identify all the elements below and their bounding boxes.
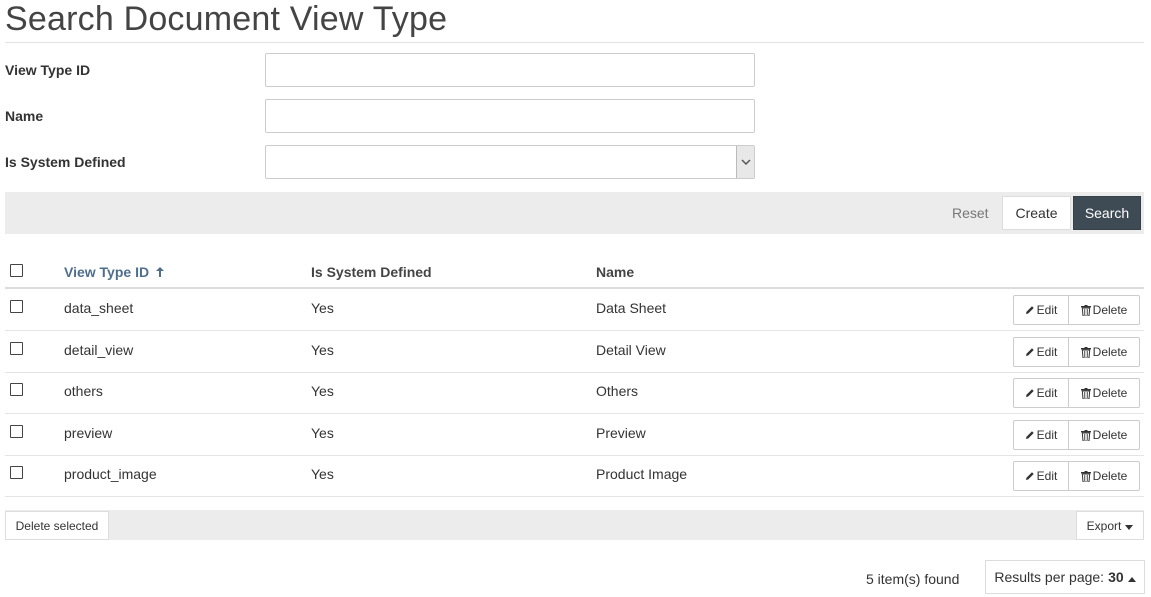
cell-name: Product Image bbox=[596, 466, 688, 482]
search-page: Search Document View Type View Type ID N… bbox=[0, 0, 1151, 597]
edit-button[interactable]: Edit bbox=[1013, 461, 1069, 491]
delete-label: Delete bbox=[1092, 303, 1128, 317]
pencil-icon bbox=[1025, 430, 1035, 440]
row-actions: Edit Delete bbox=[1013, 378, 1140, 408]
trash-icon bbox=[1080, 346, 1091, 358]
table-row: others Yes Others Edit Delete bbox=[5, 372, 1144, 414]
edit-label: Edit bbox=[1036, 469, 1058, 483]
caret-down-icon bbox=[1125, 518, 1134, 534]
table-row: product_image Yes Product Image Edit Delete bbox=[5, 455, 1144, 497]
column-header-is-system-defined[interactable]: Is System Defined bbox=[311, 264, 432, 280]
cell-is-system-defined: Yes bbox=[311, 342, 334, 358]
row-checkbox[interactable] bbox=[10, 383, 23, 396]
delete-selected-button[interactable]: Delete selected bbox=[5, 511, 109, 540]
caret-up-icon bbox=[1127, 569, 1136, 585]
column-header-view-type-id[interactable]: View Type ID bbox=[64, 264, 164, 280]
pencil-icon bbox=[1025, 305, 1035, 315]
cell-is-system-defined: Yes bbox=[311, 300, 334, 316]
pencil-icon bbox=[1025, 388, 1035, 398]
results-per-page-dropdown[interactable]: Results per page: 30 bbox=[985, 560, 1145, 594]
reset-link[interactable]: Reset bbox=[952, 205, 989, 221]
create-button[interactable]: Create bbox=[1002, 196, 1071, 230]
cell-is-system-defined: Yes bbox=[311, 425, 334, 441]
cell-view-type-id: preview bbox=[64, 425, 113, 441]
cell-is-system-defined: Yes bbox=[311, 383, 334, 399]
trash-icon bbox=[1080, 470, 1091, 482]
column-header-label: View Type ID bbox=[64, 264, 150, 280]
items-found-text: 5 item(s) found bbox=[866, 571, 960, 587]
edit-label: Edit bbox=[1036, 428, 1058, 442]
cell-is-system-defined: Yes bbox=[311, 466, 334, 482]
trash-icon bbox=[1080, 304, 1091, 316]
cell-view-type-id: data_sheet bbox=[64, 300, 134, 316]
pencil-icon bbox=[1025, 347, 1035, 357]
row-checkbox[interactable] bbox=[10, 300, 23, 313]
search-button[interactable]: Search bbox=[1073, 196, 1141, 230]
delete-button[interactable]: Delete bbox=[1069, 295, 1140, 325]
table-footer-bar bbox=[5, 510, 1144, 540]
delete-button[interactable]: Delete bbox=[1069, 420, 1140, 450]
edit-label: Edit bbox=[1036, 386, 1058, 400]
title-divider bbox=[5, 42, 1144, 43]
is-system-defined-select[interactable] bbox=[265, 145, 755, 179]
cell-name: Detail View bbox=[596, 342, 666, 358]
delete-label: Delete bbox=[1092, 345, 1128, 359]
row-actions: Edit Delete bbox=[1013, 337, 1140, 367]
cell-name: Data Sheet bbox=[596, 300, 667, 316]
table-row: detail_view Yes Detail View Edit Delete bbox=[5, 331, 1144, 373]
row-checkbox[interactable] bbox=[10, 342, 23, 355]
cell-view-type-id: product_image bbox=[64, 466, 157, 482]
row-actions: Edit Delete bbox=[1013, 295, 1140, 325]
select-all-checkbox[interactable] bbox=[10, 264, 23, 277]
results-per-page-label: Results per page: bbox=[994, 569, 1105, 585]
delete-button[interactable]: Delete bbox=[1069, 337, 1140, 367]
name-label: Name bbox=[5, 108, 44, 124]
export-label: Export bbox=[1086, 518, 1122, 533]
edit-button[interactable]: Edit bbox=[1013, 420, 1069, 450]
cell-view-type-id: detail_view bbox=[64, 342, 134, 358]
chevron-down-icon[interactable] bbox=[736, 146, 754, 178]
row-actions: Edit Delete bbox=[1013, 461, 1140, 491]
table-row: data_sheet Yes Data Sheet Edit Delete bbox=[5, 289, 1144, 331]
arrow-up-icon bbox=[155, 264, 164, 280]
pencil-icon bbox=[1025, 471, 1035, 481]
table-row: preview Yes Preview Edit Delete bbox=[5, 414, 1144, 456]
edit-button[interactable]: Edit bbox=[1013, 378, 1069, 408]
cell-name: Others bbox=[596, 383, 639, 399]
delete-label: Delete bbox=[1092, 469, 1128, 483]
results-per-page-value: 30 bbox=[1108, 569, 1124, 585]
edit-label: Edit bbox=[1036, 345, 1058, 359]
row-checkbox[interactable] bbox=[10, 466, 23, 479]
column-header-name[interactable]: Name bbox=[596, 264, 634, 280]
delete-label: Delete bbox=[1092, 386, 1128, 400]
trash-icon bbox=[1080, 429, 1091, 441]
edit-button[interactable]: Edit bbox=[1013, 295, 1069, 325]
cell-view-type-id: others bbox=[64, 383, 103, 399]
export-button[interactable]: Export bbox=[1076, 511, 1144, 540]
edit-label: Edit bbox=[1036, 303, 1058, 317]
edit-button[interactable]: Edit bbox=[1013, 337, 1069, 367]
cell-name: Preview bbox=[596, 425, 646, 441]
is-system-defined-label: Is System Defined bbox=[5, 154, 126, 170]
page-title: Search Document View Type bbox=[5, 0, 448, 38]
delete-button[interactable]: Delete bbox=[1069, 378, 1140, 408]
row-checkbox[interactable] bbox=[10, 425, 23, 438]
delete-label: Delete bbox=[1092, 428, 1128, 442]
delete-button[interactable]: Delete bbox=[1069, 461, 1140, 491]
view-type-id-input[interactable] bbox=[265, 53, 755, 87]
row-actions: Edit Delete bbox=[1013, 420, 1140, 450]
name-input[interactable] bbox=[265, 99, 755, 133]
trash-icon bbox=[1080, 387, 1091, 399]
view-type-id-label: View Type ID bbox=[5, 62, 91, 78]
